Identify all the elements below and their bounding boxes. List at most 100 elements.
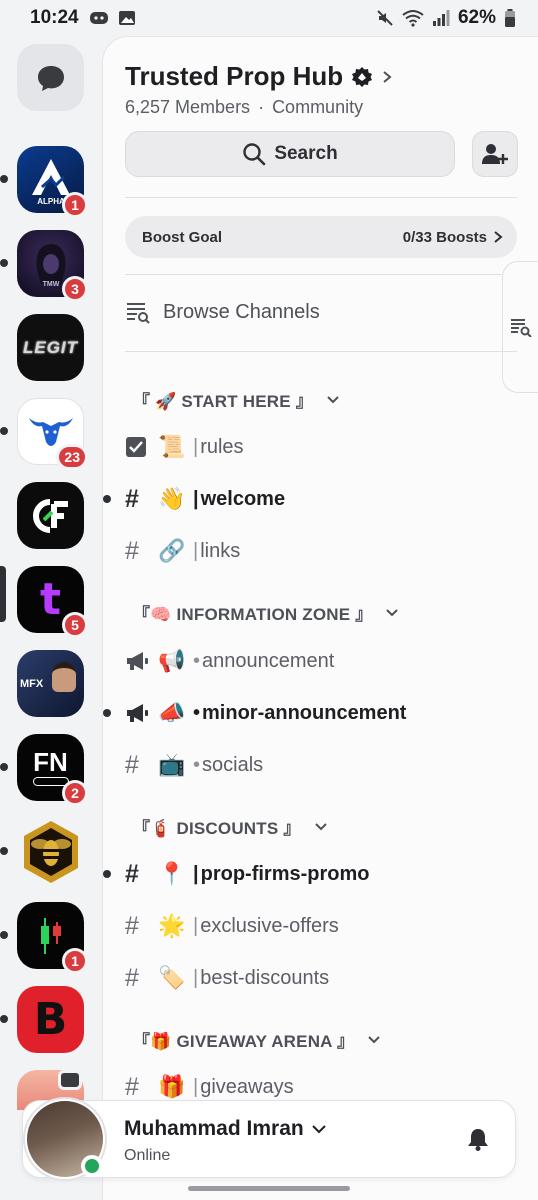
category-discounts[interactable]: 『🧯 DISCOUNTS 』 xyxy=(133,814,327,839)
channel-emoji: 📢 xyxy=(158,648,186,673)
hash-icon: # xyxy=(125,963,139,992)
unread-pip xyxy=(0,763,8,771)
guild-header[interactable]: Trusted Prop Hub xyxy=(125,61,393,92)
channel-name: welcome xyxy=(200,487,286,510)
member-count: 6,257 Members xyxy=(125,97,251,117)
chevron-down-icon xyxy=(311,1124,326,1133)
hash-icon: # xyxy=(125,911,139,940)
channel-name: rules xyxy=(200,435,244,458)
channel-name: links xyxy=(200,539,241,562)
channel-separator: • xyxy=(193,649,201,672)
channel-list-icon xyxy=(510,319,532,337)
hash-icon: # xyxy=(125,859,139,888)
channel-name: minor-announcement xyxy=(202,701,407,724)
boost-goal-label: Boost Goal xyxy=(142,228,223,246)
mention-badge: 3 xyxy=(62,276,88,302)
channel-socials[interactable]: # 📺 • socials xyxy=(125,745,515,785)
channel-welcome[interactable]: # 👋 | welcome xyxy=(103,479,515,519)
member-list-tab[interactable] xyxy=(502,261,538,393)
unread-pip xyxy=(0,259,8,267)
cf-logo-icon xyxy=(32,498,68,533)
unread-pip xyxy=(0,1015,8,1023)
server-icon-tmw[interactable]: TMW 3 xyxy=(0,230,88,302)
guild-type: Community xyxy=(272,97,364,117)
battery-icon xyxy=(505,9,515,27)
channel-separator: | xyxy=(193,487,199,510)
fn-logo-text: FN xyxy=(33,747,68,777)
bell-icon[interactable] xyxy=(467,1127,489,1151)
megaphone-icon xyxy=(125,650,155,672)
channel-emoji: 📺 xyxy=(158,752,186,777)
megaphone-icon xyxy=(125,702,155,724)
channel-separator: | xyxy=(193,966,199,989)
channel-announcement[interactable]: 📢 • announcement xyxy=(125,641,515,681)
divider xyxy=(125,351,517,352)
futures-pill xyxy=(32,777,69,786)
server-icon-fn[interactable]: FN 2 xyxy=(0,734,88,806)
bee-badge-icon xyxy=(23,820,78,883)
avatar[interactable] xyxy=(23,1097,107,1181)
screen-share-icon xyxy=(58,1070,82,1090)
channel-prop-firms-promo[interactable]: # 📍 | prop-firms-promo xyxy=(103,854,515,894)
channel-rules[interactable]: 📜 | rules xyxy=(125,427,515,467)
home-indicator[interactable] xyxy=(188,1186,350,1191)
server-icon-candles[interactable]: 1 xyxy=(0,902,88,974)
server-icon-bull[interactable]: 23 xyxy=(0,398,88,470)
gallery-notification-icon xyxy=(118,11,135,25)
channel-links[interactable]: # 🔗 | links xyxy=(125,531,515,571)
category-information-zone[interactable]: 『🧠 INFORMATION ZONE 』 xyxy=(133,600,399,625)
unread-pip xyxy=(0,175,8,183)
channel-minor-announcement[interactable]: 📣 • minor-announcement xyxy=(103,693,515,733)
unread-pip xyxy=(0,931,8,939)
channel-emoji: 📜 xyxy=(158,434,186,459)
online-status-dot xyxy=(81,1155,103,1177)
discord-notification-icon xyxy=(89,12,108,24)
user-name-row[interactable]: Muhammad Imran xyxy=(124,1117,326,1141)
candlestick-logo-icon xyxy=(40,917,61,954)
search-button[interactable]: Search xyxy=(125,131,455,177)
category-label: 『🧯 DISCOUNTS 』 xyxy=(133,819,301,838)
invite-button[interactable] xyxy=(472,131,518,177)
channel-emoji: 📍 xyxy=(158,861,186,886)
direct-messages-button[interactable] xyxy=(17,44,84,111)
t-logo-text: t xyxy=(39,574,62,625)
category-giveaway-arena[interactable]: 『🎁 GIVEAWAY ARENA 』 xyxy=(133,1027,380,1052)
server-icon-mfx[interactable]: MFX xyxy=(17,650,84,717)
server-icon-legit[interactable]: LEGIT xyxy=(17,314,84,381)
category-start-here[interactable]: 『 🚀 START HERE 』 xyxy=(133,387,339,412)
server-icon-alpha[interactable]: ALPHA 1 xyxy=(0,146,88,218)
battery-percent: 62% xyxy=(457,7,496,28)
status-bar: 10:24 62% xyxy=(0,0,538,36)
channel-panel: Trusted Prop Hub 6,257 Members · Communi… xyxy=(102,36,538,1200)
mute-icon xyxy=(377,10,393,26)
channel-separator: | xyxy=(193,539,199,562)
channel-separator: | xyxy=(193,914,199,937)
search-label: Search xyxy=(274,143,338,164)
search-icon xyxy=(243,143,266,166)
server-icon-bee[interactable] xyxy=(0,818,84,885)
channel-emoji: 🔗 xyxy=(158,538,186,563)
server-icon-t[interactable]: t 5 xyxy=(0,566,88,638)
channel-separator: • xyxy=(193,701,201,724)
unread-pip xyxy=(0,847,8,855)
status-time: 10:24 xyxy=(30,7,79,28)
server-icon-b[interactable]: B xyxy=(0,986,84,1053)
channel-name: exclusive-offers xyxy=(200,914,339,937)
channel-best-discounts[interactable]: # 🏷️ | best-discounts xyxy=(125,958,515,998)
channel-exclusive-offers[interactable]: # 🌟 | exclusive-offers xyxy=(125,906,515,946)
hash-icon: # xyxy=(125,1072,139,1101)
wifi-icon xyxy=(402,10,424,27)
mention-badge: 2 xyxy=(62,780,88,806)
boost-count-group: 0/33 Boosts xyxy=(403,229,503,246)
signal-icon xyxy=(432,10,450,26)
add-member-icon xyxy=(482,144,508,164)
channel-emoji: 👋 xyxy=(158,486,186,511)
browse-channels-button[interactable]: Browse Channels xyxy=(125,300,320,324)
channel-name: giveaways xyxy=(200,1075,294,1098)
community-badge-icon xyxy=(352,66,373,87)
channel-name: socials xyxy=(202,753,264,776)
boost-goal-bar[interactable]: Boost Goal 0/33 Boosts xyxy=(125,216,517,258)
server-icon-cf[interactable] xyxy=(17,482,84,549)
user-panel[interactable]: Muhammad Imran Online xyxy=(22,1097,516,1181)
separator-dot: · xyxy=(258,97,265,117)
